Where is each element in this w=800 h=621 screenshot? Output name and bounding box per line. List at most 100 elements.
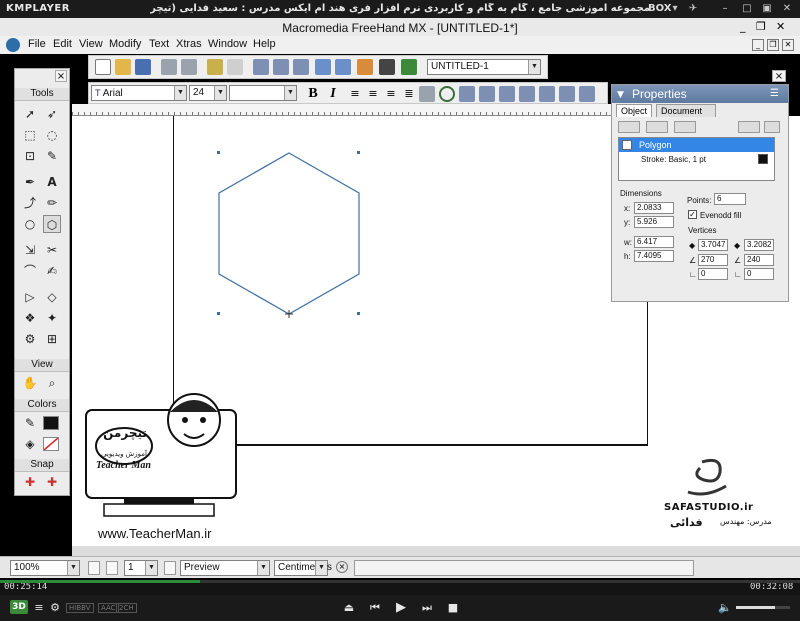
pen-effect-icon[interactable]: ✍	[43, 262, 61, 280]
volume-icon[interactable]: 🔈	[718, 601, 732, 615]
polygon-tool-icon[interactable]: ⬡	[43, 215, 61, 233]
y-field[interactable]: 5.926	[634, 216, 674, 228]
crop-icon[interactable]: ⊡	[21, 147, 39, 165]
fill-bucket-icon[interactable]: ◈	[21, 435, 39, 453]
page-tool-icon[interactable]: ⬚	[21, 126, 39, 144]
play-icon[interactable]: ▶	[394, 601, 408, 615]
subselect-icon[interactable]: ➶	[43, 105, 61, 123]
tab-object[interactable]: Object	[616, 104, 653, 117]
volume-slider[interactable]	[736, 606, 790, 609]
pointer-icon[interactable]: ➚	[21, 105, 39, 123]
italic-icon[interactable]: I	[325, 86, 341, 102]
menu-edit[interactable]: Edit	[53, 38, 72, 50]
align-right-icon[interactable]: ≡	[383, 86, 399, 102]
envelope-icon[interactable]: ◇	[43, 288, 61, 306]
doc-minimize-icon[interactable]: _	[752, 39, 764, 51]
close-icon[interactable]: ×	[772, 70, 786, 82]
cancel-icon[interactable]: ×	[336, 561, 348, 573]
points-field[interactable]: 6	[714, 193, 746, 205]
add-effect-icon[interactable]	[674, 121, 696, 133]
open-icon[interactable]	[115, 59, 131, 75]
window-close-icon[interactable]: ✕	[776, 20, 785, 33]
freehand-app-icon[interactable]	[6, 38, 20, 52]
chevron-down-icon[interactable]: ▾	[668, 2, 682, 16]
graphic-hose-icon[interactable]: ❖	[21, 309, 39, 327]
action-icon[interactable]: ⚙	[21, 330, 39, 348]
chevron-down-icon[interactable]: ▼	[145, 561, 157, 575]
horizontal-ruler[interactable]	[72, 104, 612, 116]
polygon-shape[interactable]	[200, 140, 380, 330]
selection-handle[interactable]	[357, 312, 360, 315]
bold-icon[interactable]: B	[305, 86, 321, 102]
lock-icon[interactable]	[207, 59, 223, 75]
stroke-color-icon[interactable]: ✎	[21, 414, 39, 432]
color-mixer-icon[interactable]	[357, 59, 373, 75]
duplicate-item-icon[interactable]	[738, 121, 760, 133]
menu-view[interactable]: View	[79, 38, 103, 50]
spray-icon[interactable]: ✦	[43, 309, 61, 327]
fill-color-swatch[interactable]	[43, 416, 59, 430]
next-icon[interactable]: ⏭	[420, 601, 434, 615]
panel-options-icon[interactable]: ☰	[770, 88, 779, 99]
snap-to-point-icon[interactable]: ✚	[21, 473, 39, 491]
blend-tool-icon[interactable]: ▷	[21, 288, 39, 306]
page-number-select[interactable]: 1 ▼	[124, 560, 158, 576]
ellipse-icon[interactable]: ○	[21, 215, 39, 233]
styles-icon[interactable]	[335, 59, 351, 75]
list-item-stroke[interactable]: Stroke: Basic, 1 pt	[641, 155, 706, 164]
convert-to-paths-icon[interactable]	[419, 86, 435, 102]
chevron-down-icon[interactable]: ▼	[315, 561, 327, 575]
settings-icon[interactable]: ⚙	[48, 601, 62, 615]
page-prev-icon[interactable]	[106, 561, 118, 575]
tab-document[interactable]: Document	[656, 104, 716, 117]
import-icon[interactable]	[161, 59, 177, 75]
knife-icon[interactable]: ✂	[43, 241, 61, 259]
bezigon-icon[interactable]: ⤴	[21, 194, 39, 212]
eyedropper-icon[interactable]: ✎	[43, 147, 61, 165]
zoom-select[interactable]: 100% ▼	[10, 560, 80, 576]
chevron-down-icon[interactable]: ▼	[284, 86, 296, 100]
collapse-arrow-icon[interactable]: ▼	[617, 90, 624, 100]
group-icon[interactable]	[253, 59, 269, 75]
chevron-down-icon[interactable]: ▼	[528, 60, 540, 74]
align-center-icon[interactable]: ≡	[365, 86, 381, 102]
menu-window[interactable]: Window	[208, 38, 247, 50]
flow-inside-path-icon[interactable]	[479, 86, 495, 102]
leading-select[interactable]: ▼	[229, 85, 297, 101]
vertex-radius-1-field[interactable]: 3.7047	[698, 239, 728, 251]
align-icon[interactable]	[273, 59, 289, 75]
vertex-radius-2-field[interactable]: 3.2082	[744, 239, 774, 251]
attach-to-path-icon[interactable]	[439, 86, 455, 102]
chevron-down-icon[interactable]: ▼	[67, 561, 79, 575]
page-next-icon[interactable]	[164, 561, 176, 575]
save-icon[interactable]	[135, 59, 151, 75]
transform-icon[interactable]	[293, 59, 309, 75]
connector-icon[interactable]: ⊞	[43, 330, 61, 348]
selection-handle[interactable]	[217, 312, 220, 315]
seek-track[interactable]	[0, 580, 800, 583]
unlock-icon[interactable]	[227, 59, 243, 75]
vertex-roundness-2-field[interactable]: 0	[744, 268, 774, 280]
punch-icon[interactable]	[539, 86, 555, 102]
list-item-polygon[interactable]: Polygon	[619, 138, 774, 152]
menu-file[interactable]: File	[28, 38, 46, 50]
minimize-icon[interactable]: –	[718, 2, 732, 16]
close-icon[interactable]: ✕	[780, 2, 794, 16]
none-color-swatch[interactable]	[43, 437, 59, 451]
window-restore-icon[interactable]: ❐	[756, 20, 766, 33]
union-icon[interactable]	[579, 86, 595, 102]
menu-xtras[interactable]: Xtras	[176, 38, 202, 50]
new-document-icon[interactable]	[95, 59, 111, 75]
properties-title[interactable]: Properties	[612, 85, 788, 103]
hand-icon[interactable]: ✋	[21, 374, 39, 392]
eject-icon[interactable]: ⏏	[342, 601, 356, 615]
w-field[interactable]: 6.417	[634, 236, 674, 248]
font-name-select[interactable]: T Arial ▼	[91, 85, 187, 101]
maximize-icon[interactable]: ▣	[760, 2, 774, 16]
menu-help[interactable]: Help	[253, 38, 276, 50]
previous-icon[interactable]: ⏮	[368, 601, 382, 615]
vertex-angle-1-field[interactable]: 270	[698, 254, 728, 266]
close-icon[interactable]: ×	[55, 70, 67, 82]
library-icon[interactable]	[315, 59, 331, 75]
units-select[interactable]: Centimeters ▼	[274, 560, 332, 576]
